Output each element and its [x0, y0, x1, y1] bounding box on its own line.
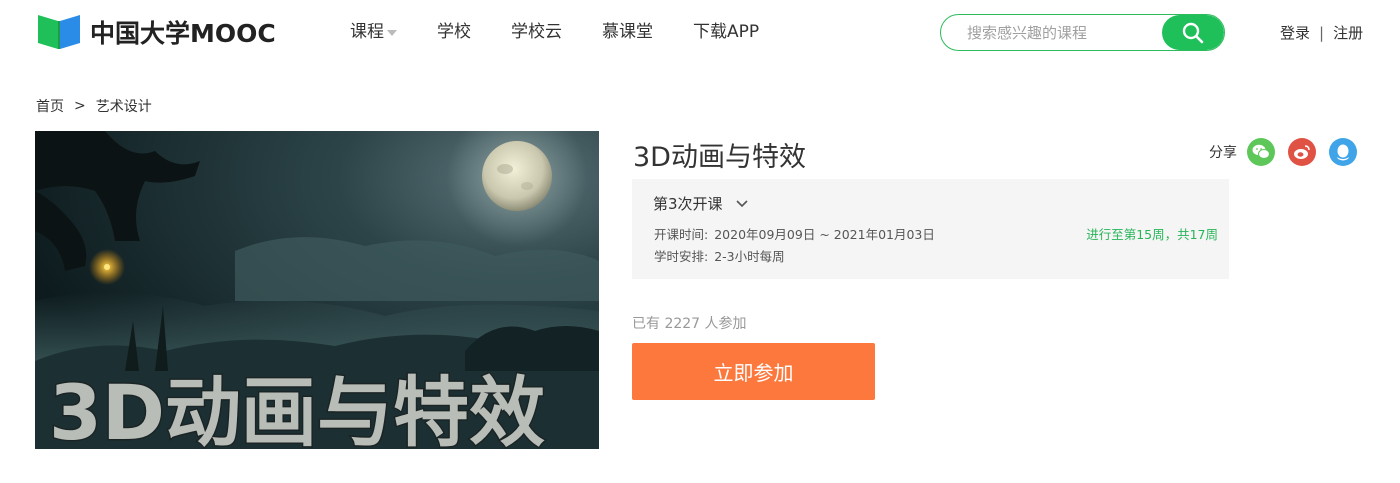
- breadcrumb: 首页 > 艺术设计: [36, 96, 152, 116]
- nav-item-schools[interactable]: 学校: [437, 20, 471, 44]
- course-cover-image[interactable]: 3D动画与特效: [35, 131, 599, 449]
- chevron-down-icon: [735, 199, 748, 207]
- search-input[interactable]: [941, 15, 1163, 50]
- term-progress: 进行至第15周，共17周: [1086, 227, 1218, 242]
- main-nav: 课程 学校 学校云 慕课堂 下载APP: [350, 20, 799, 44]
- login-link[interactable]: 登录: [1280, 22, 1310, 43]
- logo-text: 中国大学MOOC: [90, 19, 276, 48]
- chevron-down-icon: [387, 30, 397, 36]
- term-name: 第3次开课: [653, 195, 723, 213]
- term-hours-value: 2-3小时每周: [714, 249, 785, 264]
- breadcrumb-home[interactable]: 首页: [36, 96, 64, 116]
- cover-title-text: 3D动画与特效: [49, 368, 545, 449]
- enroll-button[interactable]: 立即参加: [632, 343, 875, 400]
- weibo-share-button[interactable]: [1288, 138, 1316, 166]
- qq-icon: [1337, 144, 1349, 161]
- course-title: 3D动画与特效: [633, 142, 806, 173]
- share-label: 分享: [1209, 145, 1237, 161]
- breadcrumb-arrow: >: [74, 98, 86, 114]
- nav-label: 下载APP: [693, 22, 760, 42]
- logo-book-icon: [36, 12, 82, 52]
- auth-separator: |: [1319, 23, 1325, 42]
- search-button[interactable]: [1162, 15, 1224, 50]
- nav-item-school-cloud[interactable]: 学校云: [511, 20, 562, 44]
- share-bar: 分享: [1209, 138, 1370, 166]
- top-header: 中国大学MOOC 课程 学校 学校云 慕课堂 下载APP 登录 |: [0, 0, 1400, 64]
- search-icon: [1182, 22, 1204, 43]
- nav-item-mooc-class[interactable]: 慕课堂: [602, 20, 653, 44]
- term-hours-row: 学时安排: 2-3小时每周: [654, 246, 785, 265]
- enroll-count: 已有 2227 人参加: [632, 316, 747, 332]
- wechat-icon: [1252, 144, 1270, 159]
- breadcrumb-category[interactable]: 艺术设计: [96, 96, 152, 116]
- register-link[interactable]: 注册: [1333, 22, 1363, 43]
- search-box: [940, 14, 1225, 51]
- weibo-icon: [1294, 145, 1310, 159]
- nav-label: 学校: [437, 22, 471, 42]
- term-time-label: 开课时间:: [654, 227, 709, 242]
- nav-item-download-app[interactable]: 下载APP: [693, 20, 759, 44]
- term-selector[interactable]: 第3次开课: [653, 193, 749, 214]
- qq-share-button[interactable]: [1329, 138, 1357, 166]
- nav-label: 课程: [350, 22, 384, 42]
- term-time-row: 开课时间: 2020年09月09日 ~ 2021年01月03日: [654, 224, 935, 243]
- auth-links: 登录 | 注册: [1280, 22, 1363, 43]
- term-time-value: 2020年09月09日 ~ 2021年01月03日: [714, 227, 935, 242]
- site-logo[interactable]: 中国大学MOOC: [36, 12, 276, 52]
- nav-label: 慕课堂: [602, 22, 653, 42]
- term-hours-label: 学时安排:: [654, 249, 709, 264]
- term-info-panel: 第3次开课 开课时间: 2020年09月09日 ~ 2021年01月03日 学时安…: [632, 179, 1229, 279]
- nav-label: 学校云: [511, 22, 562, 42]
- nav-item-courses[interactable]: 课程: [350, 20, 397, 44]
- wechat-share-button[interactable]: [1247, 138, 1275, 166]
